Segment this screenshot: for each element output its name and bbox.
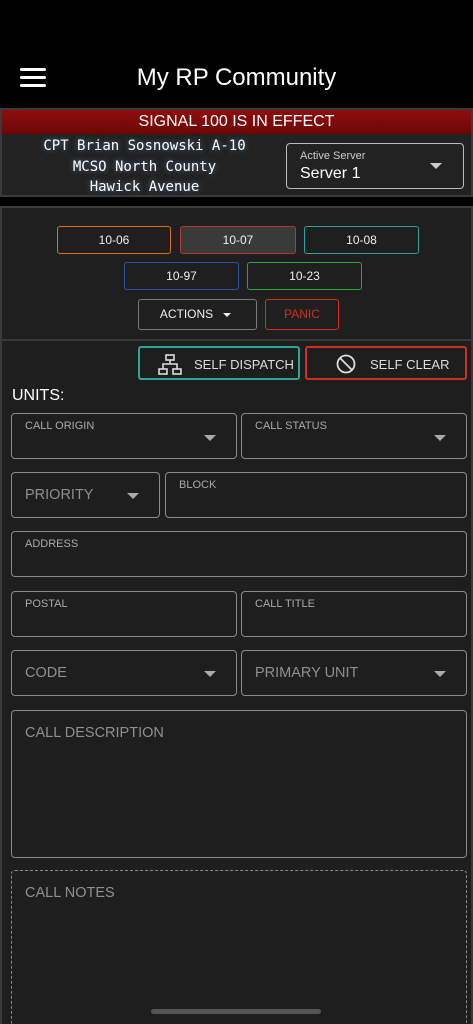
units-label: UNITS: (12, 387, 65, 404)
call-description-field[interactable]: CALL DESCRIPTION (11, 710, 467, 858)
app-title: My RP Community (136, 64, 337, 91)
status-button-10-08[interactable]: 10-08 (304, 226, 419, 254)
chevron-down-icon (204, 435, 216, 441)
actions-label: ACTIONS (159, 307, 214, 321)
self-clear-button[interactable]: SELF CLEAR (305, 346, 467, 380)
status-button-10-23[interactable]: 10-23 (247, 262, 362, 290)
new-call-form: SELF DISPATCH SELF CLEAR UNITS: CALL ORI… (0, 339, 473, 1024)
officer-name: CPT Brian Sosnowski A-10 (43, 138, 246, 154)
call-title-field[interactable]: CALL TITLE (241, 591, 467, 637)
self-dispatch-button[interactable]: SELF DISPATCH (138, 346, 300, 380)
self-dispatch-label: SELF DISPATCH (194, 357, 294, 372)
active-server-value: Server 1 (300, 165, 361, 182)
call-description-placeholder: CALL DESCRIPTION (25, 725, 164, 741)
primary-unit-placeholder: PRIMARY UNIT (255, 665, 359, 681)
code-placeholder: CODE (25, 665, 67, 681)
call-origin-label: CALL ORIGIN (25, 420, 95, 432)
primary-unit-select[interactable]: PRIMARY UNIT (241, 650, 467, 696)
chevron-down-icon (223, 313, 231, 317)
postal-label: POSTAL (25, 598, 68, 610)
call-notes-placeholder: CALL NOTES (25, 885, 115, 901)
call-title-label: CALL TITLE (255, 598, 315, 610)
call-status-select[interactable]: CALL STATUS (241, 413, 467, 459)
priority-placeholder: PRIORITY (25, 487, 94, 503)
chevron-down-icon (204, 671, 216, 677)
officer-info: CPT Brian Sosnowski A-10 MCSO North Coun… (12, 136, 277, 198)
block-field[interactable]: BLOCK (165, 472, 467, 518)
actions-dropdown[interactable]: ACTIONS (138, 299, 257, 330)
top-app-bar: My RP Community (0, 0, 473, 108)
status-button-10-97[interactable]: 10-97 (124, 262, 239, 290)
active-server-label: Active Server (300, 150, 366, 162)
block-label: BLOCK (179, 479, 217, 491)
code-select[interactable]: CODE (11, 650, 237, 696)
postal-field[interactable]: POSTAL (11, 591, 237, 637)
status-panel: 10-06 10-07 10-08 10-97 10-23 ACTIONS PA… (0, 206, 473, 339)
status-button-10-06[interactable]: 10-06 (57, 226, 171, 254)
call-notes-field[interactable]: CALL NOTES (11, 870, 467, 1024)
home-indicator (151, 1009, 321, 1014)
panic-button[interactable]: PANIC (265, 299, 339, 330)
call-origin-select[interactable]: CALL ORIGIN (11, 413, 237, 459)
chevron-down-icon (434, 671, 446, 677)
active-server-select[interactable]: Active Server Server 1 (286, 143, 464, 189)
address-field[interactable]: ADDRESS (11, 531, 467, 577)
address-label: ADDRESS (25, 538, 79, 550)
status-button-10-07[interactable]: 10-07 (180, 226, 296, 254)
network-icon (158, 354, 182, 375)
chevron-down-icon (127, 493, 139, 499)
no-entry-icon (336, 354, 356, 374)
officer-department: MCSO North County (72, 158, 217, 175)
signal-100-banner: SIGNAL 100 IS IN EFFECT (2, 110, 471, 134)
officer-location: Hawick Avenue (89, 179, 200, 195)
call-status-label: CALL STATUS (255, 420, 327, 432)
self-clear-label: SELF CLEAR (370, 357, 450, 372)
chevron-down-icon (430, 163, 442, 169)
chevron-down-icon (434, 435, 446, 441)
priority-select[interactable]: PRIORITY (11, 472, 160, 518)
officer-info-panel: SIGNAL 100 IS IN EFFECT CPT Brian Sosnow… (0, 108, 473, 197)
